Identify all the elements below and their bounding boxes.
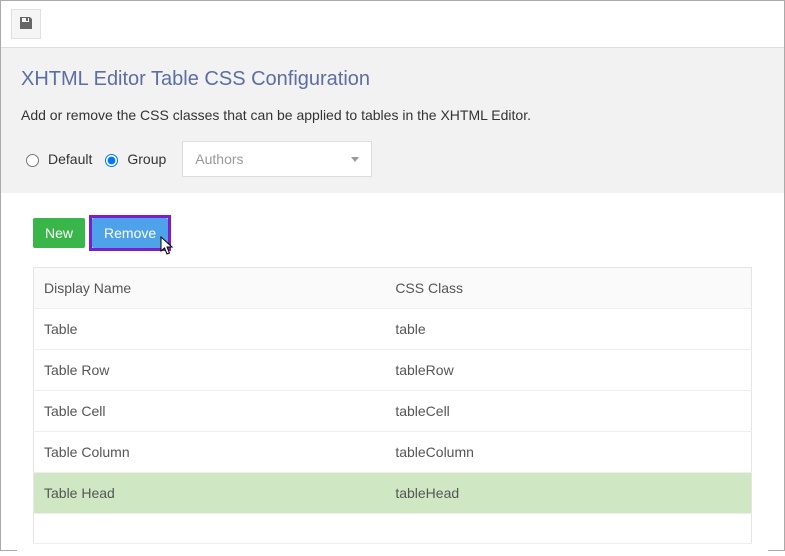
- config-header-area: XHTML Editor Table CSS Configuration Add…: [1, 48, 784, 193]
- cell-css-class: tableColumn: [385, 432, 751, 473]
- page-description: Add or remove the CSS classes that can b…: [21, 107, 764, 123]
- header-display-name: Display Name: [34, 268, 386, 309]
- scope-default-radio[interactable]: [26, 154, 39, 167]
- scope-default-option[interactable]: Default: [21, 151, 92, 167]
- chevron-down-icon: [351, 157, 359, 162]
- cell-display-name: Table Column: [34, 432, 386, 473]
- scope-selector: Default Group Authors: [21, 141, 764, 177]
- empty-cell: [385, 514, 751, 544]
- remove-button-highlight: Remove: [89, 215, 171, 251]
- content-panel: New Remove Display Name CSS Class Tablet…: [17, 193, 768, 556]
- table-row[interactable]: Table CelltableCell: [34, 391, 752, 432]
- css-classes-table: Display Name CSS Class TabletableTable R…: [33, 267, 752, 544]
- table-header-row: Display Name CSS Class: [34, 268, 752, 309]
- remove-button[interactable]: Remove: [92, 218, 168, 248]
- cell-css-class: table: [385, 309, 751, 350]
- cell-display-name: Table Row: [34, 350, 386, 391]
- scope-group-radio[interactable]: [105, 154, 118, 167]
- cell-css-class: tableHead: [385, 473, 751, 514]
- cell-css-class: tableRow: [385, 350, 751, 391]
- scope-default-label: Default: [48, 151, 92, 167]
- table-row[interactable]: Table HeadtableHead: [34, 473, 752, 514]
- save-button[interactable]: [11, 9, 41, 39]
- cell-display-name: Table Cell: [34, 391, 386, 432]
- scope-group-option[interactable]: Group: [100, 151, 166, 167]
- page-title: XHTML Editor Table CSS Configuration: [21, 68, 764, 91]
- top-toolbar: [1, 1, 784, 48]
- action-buttons: New Remove: [33, 215, 752, 251]
- new-button[interactable]: New: [33, 218, 85, 248]
- table-row[interactable]: Table ColumntableColumn: [34, 432, 752, 473]
- group-select[interactable]: Authors: [182, 141, 372, 177]
- cell-display-name: Table Head: [34, 473, 386, 514]
- group-select-value: Authors: [195, 151, 243, 167]
- table-row[interactable]: Table RowtableRow: [34, 350, 752, 391]
- cell-css-class: tableCell: [385, 391, 751, 432]
- empty-cell: [34, 514, 386, 544]
- save-icon: [18, 15, 34, 34]
- scope-group-label: Group: [127, 151, 166, 167]
- header-css-class: CSS Class: [385, 268, 751, 309]
- table-row-empty: [34, 514, 752, 544]
- table-row[interactable]: Tabletable: [34, 309, 752, 350]
- cell-display-name: Table: [34, 309, 386, 350]
